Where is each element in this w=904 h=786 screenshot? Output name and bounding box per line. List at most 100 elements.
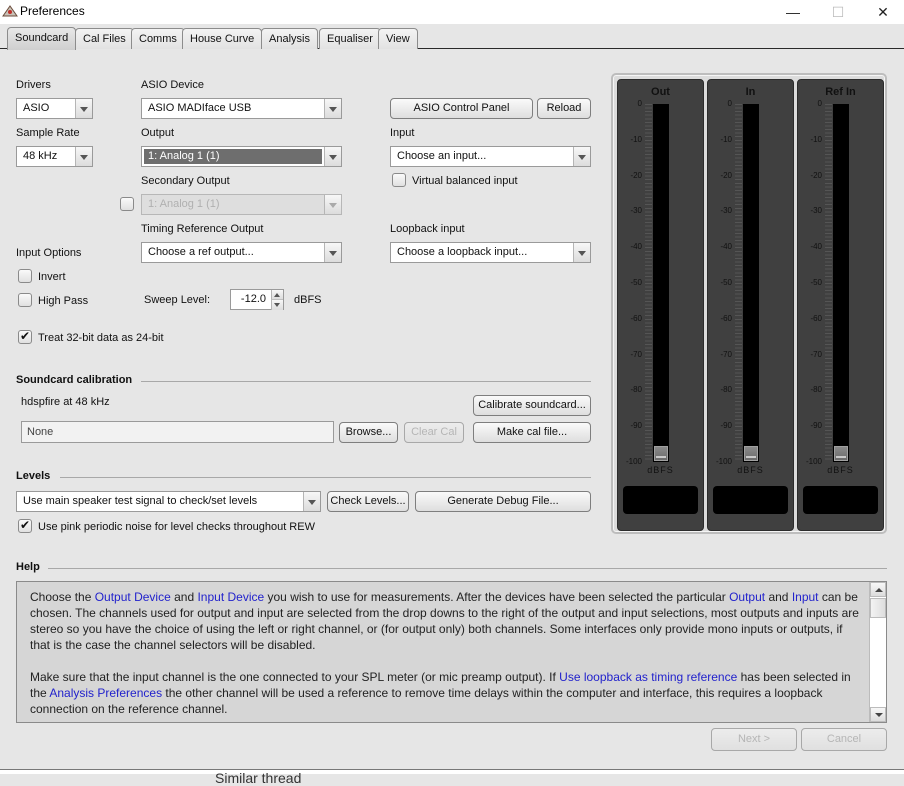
help-scrollbar[interactable] <box>869 582 886 722</box>
levels-mode-select[interactable]: Use main speaker test signal to check/se… <box>16 491 321 512</box>
virtual-balanced-label: Virtual balanced input <box>412 175 518 187</box>
tab-analysis[interactable]: Analysis <box>261 28 318 49</box>
maximize-button[interactable]: ☐ <box>815 0 861 24</box>
timing-ref-select[interactable]: Choose a ref output... <box>141 242 342 263</box>
asio-device-select[interactable]: ASIO MADIface USB <box>141 98 342 119</box>
meter-scale <box>735 104 742 462</box>
spin-down-icon[interactable] <box>271 300 283 310</box>
meter-out: Out dBFS 0 -10 -20 -30 -40 -50 -60 -70 -80 -90 -10… <box>617 79 704 531</box>
reload-button[interactable]: Reload <box>537 98 591 119</box>
help-link[interactable]: Use loopback as timing reference <box>559 670 737 684</box>
meter-tick-label: 0 <box>817 99 822 108</box>
meter-name: Ref In <box>825 86 856 98</box>
chevron-down-icon <box>75 147 92 166</box>
minimize-button[interactable]: — <box>770 0 816 24</box>
input-select[interactable]: Choose an input... <box>390 146 591 167</box>
meter-tick-label: -80 <box>630 385 642 395</box>
input-label: Input <box>390 127 415 139</box>
tab-house-curve[interactable]: House Curve <box>182 28 263 49</box>
generate-debug-file-button[interactable]: Generate Debug File... <box>415 491 591 512</box>
next-button: Next > <box>711 728 797 751</box>
meter-tick-label: -70 <box>810 349 822 359</box>
maximize-icon: ☐ <box>831 3 845 20</box>
section-divider <box>48 568 887 569</box>
chevron-down-icon <box>75 99 92 118</box>
close-button[interactable]: ✕ <box>860 0 904 24</box>
output-value: 1: Analog 1 (1) <box>148 150 220 162</box>
meter-unit: dBFS <box>647 465 674 475</box>
calibration-info: hdspfire at 48 kHz <box>21 396 110 408</box>
scroll-thumb[interactable] <box>870 598 886 618</box>
secondary-output-select: 1: Analog 1 (1) <box>141 194 342 215</box>
high-pass-checkbox[interactable] <box>18 293 32 307</box>
asio-control-panel-button[interactable]: ASIO Control Panel <box>390 98 533 119</box>
input-options-label: Input Options <box>16 247 82 259</box>
meter-readout <box>803 486 878 514</box>
help-text-segment: and <box>765 590 792 604</box>
sample-rate-select[interactable]: 48 kHz <box>16 146 93 167</box>
meter-tick-label: -40 <box>720 242 732 252</box>
scroll-down-icon[interactable] <box>870 707 886 722</box>
meter-tick-label: -100 <box>715 457 732 466</box>
meter-bar <box>653 104 669 462</box>
cancel-button[interactable]: Cancel <box>801 728 887 751</box>
meter-tick-label: -80 <box>810 385 822 395</box>
invert-checkbox[interactable] <box>18 269 32 283</box>
meter-level-indicator <box>654 446 668 461</box>
asio-device-value: ASIO MADIface USB <box>148 102 252 114</box>
chevron-down-icon <box>303 492 320 511</box>
calibrate-soundcard-button[interactable]: Calibrate soundcard... <box>473 395 591 416</box>
chevron-down-icon <box>324 99 341 118</box>
meter-tick-label: -40 <box>630 242 642 252</box>
help-link[interactable]: Input <box>792 590 819 604</box>
drivers-select[interactable]: ASIO <box>16 98 93 119</box>
meter-tick-label: -60 <box>630 313 642 323</box>
browse-button[interactable]: Browse... <box>339 422 398 443</box>
meter-name: In <box>745 86 756 98</box>
meter-tick-label: -10 <box>720 134 732 144</box>
help-text-area[interactable]: Choose the Output Device and Input Devic… <box>16 581 887 723</box>
meter-unit: dBFS <box>737 465 764 475</box>
meter-readout <box>713 486 788 514</box>
input-value: Choose an input... <box>397 150 487 162</box>
meter-tick-label: -90 <box>720 421 732 431</box>
meter-tick-label: -50 <box>630 278 642 287</box>
tab-comms[interactable]: Comms <box>131 28 185 49</box>
cal-file-field[interactable]: None <box>21 421 334 443</box>
pink-noise-label: Use pink periodic noise for level checks… <box>38 521 315 533</box>
loopback-input-select[interactable]: Choose a loopback input... <box>390 242 591 263</box>
help-link[interactable]: Input Device <box>197 590 264 604</box>
secondary-output-value: 1: Analog 1 (1) <box>148 198 220 210</box>
sweep-level-spinner[interactable]: -12.0 <box>230 289 284 310</box>
meter-tick-label: -100 <box>805 457 822 466</box>
make-cal-file-button[interactable]: Make cal file... <box>473 422 591 443</box>
help-link[interactable]: Output Device <box>95 590 171 604</box>
app-icon <box>2 5 18 17</box>
help-link[interactable]: Analysis Preferences <box>49 686 162 700</box>
help-link[interactable]: Output <box>729 590 765 604</box>
sweep-level-value: -12.0 <box>240 293 266 305</box>
help-paragraph: Make sure that the input channel is the … <box>30 669 860 717</box>
check-levels-button[interactable]: Check Levels... <box>327 491 409 512</box>
tab-cal-files[interactable]: Cal Files <box>75 28 134 49</box>
virtual-balanced-checkbox[interactable] <box>392 173 406 187</box>
high-pass-label: High Pass <box>38 295 89 307</box>
output-select[interactable]: 1: Analog 1 (1) <box>141 146 342 167</box>
help-text-segment: and <box>170 590 198 604</box>
level-meters-panel: Out dBFS 0 -10 -20 -30 -40 -50 -60 -70 -80 -90 -10… <box>611 73 887 534</box>
scroll-up-icon[interactable] <box>870 582 886 597</box>
help-text-segment: you wish to use for measurements. After … <box>264 590 730 604</box>
help-text-segment: Choose the <box>30 590 95 604</box>
timing-ref-value: Choose a ref output... <box>148 246 254 258</box>
meter-bar <box>833 104 849 462</box>
tab-view[interactable]: View <box>378 28 418 49</box>
treat-32bit-checkbox[interactable] <box>18 329 32 344</box>
sweep-level-label: Sweep Level: <box>144 294 211 306</box>
secondary-output-checkbox[interactable] <box>120 197 134 211</box>
chevron-down-icon <box>573 147 590 166</box>
tab-soundcard[interactable]: Soundcard <box>7 27 77 50</box>
pink-noise-checkbox[interactable] <box>18 518 32 533</box>
tab-equaliser[interactable]: Equaliser <box>319 28 381 49</box>
meter-tick-label: -60 <box>810 313 822 323</box>
spin-up-icon[interactable] <box>271 290 283 300</box>
